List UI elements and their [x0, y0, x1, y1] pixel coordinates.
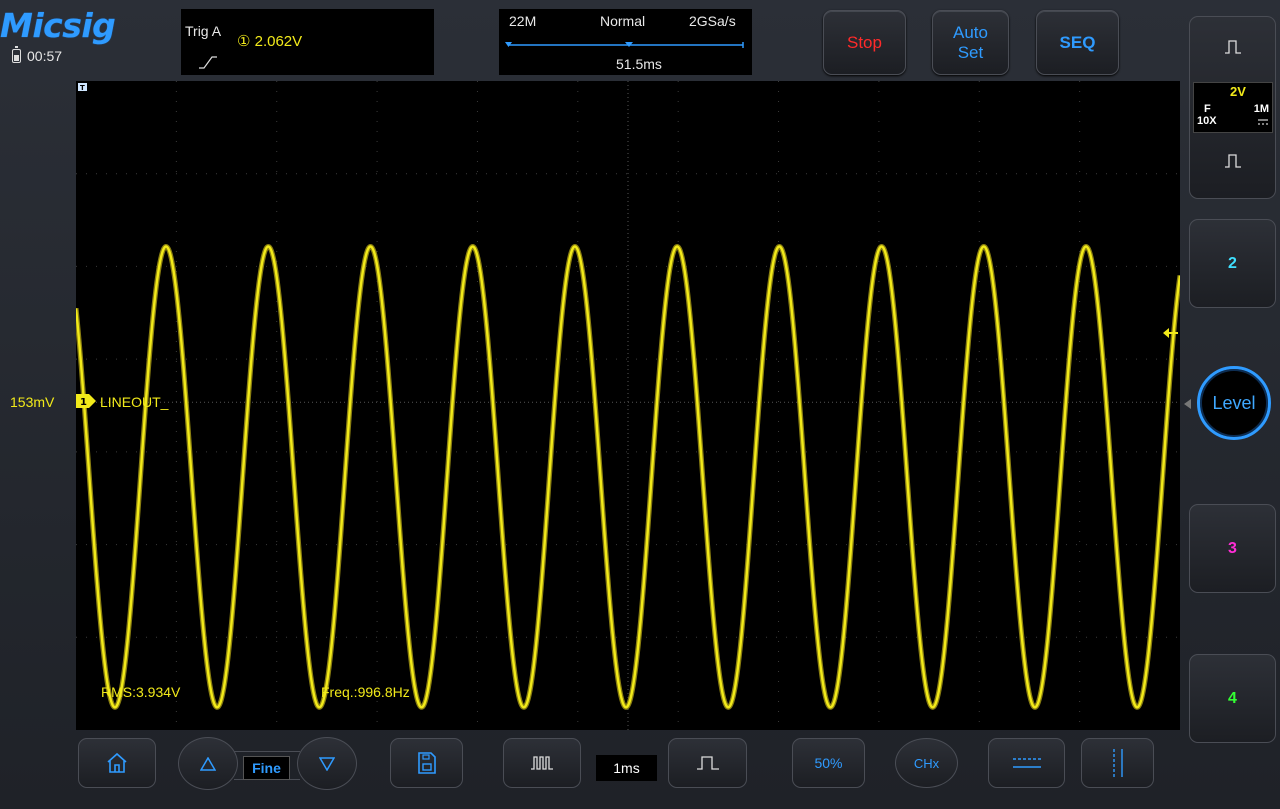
timebase-value: 1ms [596, 755, 657, 781]
trigger-info-panel[interactable]: Trig A ① 2.062V [181, 9, 434, 75]
channel-1-trace [76, 245, 1180, 709]
home-icon [107, 752, 127, 773]
rms-measurement: RMS:3.934V [101, 684, 181, 700]
volts-per-div: 2V [1230, 84, 1246, 99]
micsig-logo: Micsig [0, 6, 116, 45]
increase-button[interactable] [178, 737, 238, 790]
vertical-cursor-button[interactable] [1081, 738, 1154, 788]
decrease-button[interactable] [297, 737, 357, 790]
channel-4-button[interactable]: 4 [1189, 654, 1276, 743]
channel-1-settings: 2V F 10X 1M [1193, 82, 1273, 133]
level-pointer-icon [1184, 399, 1191, 409]
rising-edge-icon [199, 56, 217, 69]
trigger-source-label: Trig A [185, 23, 222, 39]
dc-coupling-icon [1258, 119, 1268, 125]
triangle-down-icon [319, 756, 335, 771]
bandwidth-limit: F [1204, 103, 1211, 115]
memory-position-bar [505, 42, 744, 48]
pulse-icon [1225, 154, 1241, 168]
trigger-position-marker-icon: T [78, 83, 87, 92]
channel-3-button[interactable]: 3 [1189, 504, 1276, 593]
save-button[interactable] [390, 738, 463, 788]
fifty-percent-button[interactable]: 50% [792, 738, 865, 788]
level-knob-button[interactable]: Level [1197, 366, 1271, 440]
frequency-measurement: Freq.:996.8Hz [321, 684, 410, 700]
channel-1-marker-icon[interactable]: 1 [76, 394, 96, 408]
triangle-up-icon [200, 756, 216, 771]
save-icon [417, 752, 436, 774]
channel-1-button[interactable]: 2V F 10X 1M [1189, 16, 1276, 199]
channel-1-marker-number: 1 [80, 397, 87, 408]
memory-depth: 22M [509, 13, 537, 29]
oscilloscope-app: Micsig 00:57 Trig A ① 2.062V 22M Normal … [0, 0, 1280, 809]
timebase-increase-button[interactable] [668, 738, 747, 788]
channel-1-label: LINEOUT_ [100, 394, 169, 410]
trigger-level-arrow-icon[interactable] [1163, 327, 1179, 339]
stop-button[interactable]: Stop [823, 10, 906, 75]
sample-rate: 2GSa/s [689, 13, 736, 29]
waveform-display[interactable] [76, 81, 1180, 730]
dense-pulse-icon [531, 756, 553, 770]
horizontal-cursors-icon [1012, 758, 1041, 768]
channel-1-offset-label: 153mV [10, 394, 55, 410]
seq-button[interactable]: SEQ [1036, 10, 1119, 75]
vertical-cursors-icon [1112, 749, 1123, 777]
channel-2-button[interactable]: 2 [1189, 219, 1276, 308]
fine-toggle[interactable]: Fine [243, 756, 290, 780]
timebase-decrease-button[interactable] [503, 738, 581, 788]
auto-set-label: Auto Set [953, 22, 988, 62]
channel-select-button[interactable]: CHx [895, 738, 958, 788]
acquisition-info-panel[interactable]: 22M Normal 2GSa/s 51.5ms [499, 9, 752, 75]
status-indicator: 00:57 [12, 46, 63, 64]
battery-charging-icon [12, 46, 21, 63]
probe-ratio: 10X [1197, 115, 1217, 127]
horizontal-cursor-button[interactable] [988, 738, 1065, 788]
input-impedance: 1M [1253, 103, 1269, 115]
pulse-icon [696, 756, 719, 770]
pulse-icon [1225, 40, 1241, 54]
auto-set-button[interactable]: Auto Set [932, 10, 1009, 75]
clock: 00:57 [27, 48, 63, 64]
horizontal-position: 51.5ms [616, 56, 662, 72]
home-button[interactable] [78, 738, 156, 788]
svg-text:T: T [80, 84, 85, 92]
trigger-level-value: ① 2.062V [237, 33, 303, 50]
waveform-canvas [76, 81, 1180, 730]
acquisition-mode: Normal [600, 13, 646, 29]
